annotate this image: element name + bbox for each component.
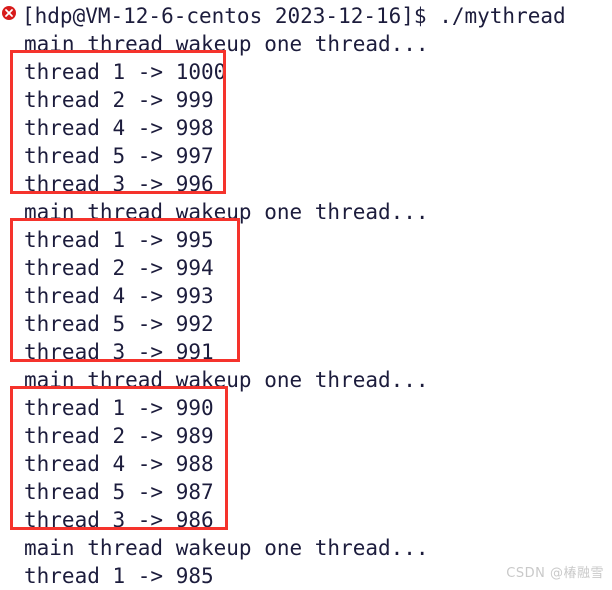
terminal-line: thread 2 -> 994 <box>24 256 214 280</box>
terminal-line: thread 4 -> 993 <box>24 284 214 308</box>
terminal-line: main thread wakeup one thread... <box>24 32 429 56</box>
terminal-line: thread 5 -> 992 <box>24 312 214 336</box>
terminal-line: thread 2 -> 999 <box>24 88 214 112</box>
watermark: CSDN @椿融雪 <box>506 566 604 581</box>
terminal-line: main thread wakeup one thread... <box>24 368 429 392</box>
shell-prompt-line: [hdp@VM-12-6-centos 2023-12-16]$ ./mythr… <box>22 4 566 28</box>
error-circle-x-icon <box>1 5 17 21</box>
terminal-line: thread 3 -> 991 <box>24 340 214 364</box>
terminal-line: thread 5 -> 987 <box>24 480 214 504</box>
terminal-line: thread 2 -> 989 <box>24 424 214 448</box>
terminal-line: thread 5 -> 997 <box>24 144 214 168</box>
terminal-line: main thread wakeup one thread... <box>24 536 429 560</box>
terminal-output-pane: [hdp@VM-12-6-centos 2023-12-16]$ ./mythr… <box>0 0 612 590</box>
terminal-line: thread 4 -> 998 <box>24 116 214 140</box>
terminal-line: main thread wakeup one thread... <box>24 200 429 224</box>
terminal-line: thread 3 -> 996 <box>24 172 214 196</box>
terminal-line: thread 1 -> 995 <box>24 228 214 252</box>
terminal-line: thread 1 -> 990 <box>24 396 214 420</box>
terminal-line: thread 4 -> 988 <box>24 452 214 476</box>
terminal-line: thread 3 -> 986 <box>24 508 214 532</box>
terminal-line: thread 1 -> 985 <box>24 564 214 588</box>
terminal-line: thread 1 -> 1000 <box>24 60 227 84</box>
